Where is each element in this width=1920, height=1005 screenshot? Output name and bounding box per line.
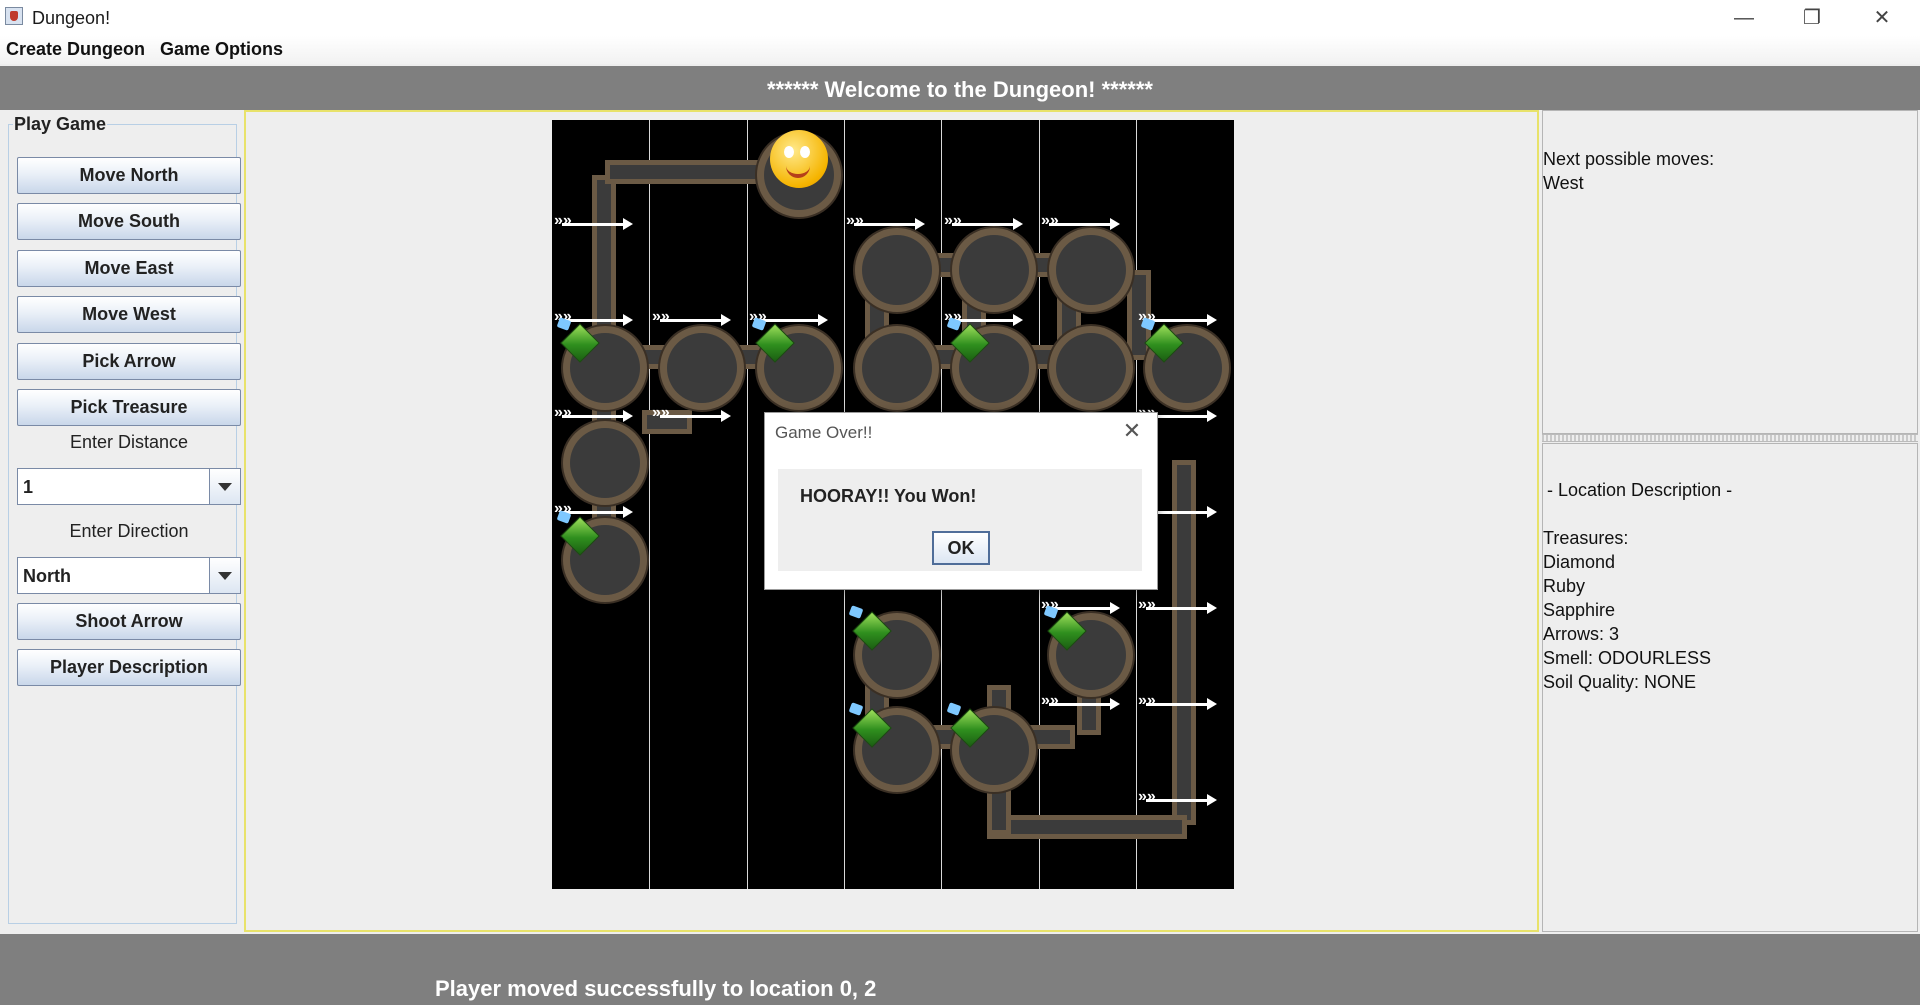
pick-arrow-button[interactable]: Pick Arrow bbox=[17, 343, 241, 380]
arrow-item-icon bbox=[1041, 692, 1120, 710]
dialog-title: Game Over!! bbox=[775, 423, 873, 442]
arrow-item-icon bbox=[652, 404, 731, 422]
arrow-item-icon bbox=[749, 308, 828, 326]
move-south-button[interactable]: Move South bbox=[17, 203, 241, 240]
arrow-item-icon bbox=[1041, 596, 1120, 614]
distance-value: 1 bbox=[23, 477, 34, 497]
control-panel: Move North Move South Move East Move Wes… bbox=[0, 110, 244, 932]
treasure-gem-icon bbox=[1049, 613, 1085, 657]
treasure-gem-icon bbox=[562, 518, 598, 562]
treasure-gem-icon bbox=[757, 325, 793, 369]
treasure-gem-icon bbox=[952, 325, 988, 369]
arrow-item-icon bbox=[846, 212, 925, 230]
direction-select[interactable]: North bbox=[17, 557, 241, 594]
dialog-message: HOORAY!! You Won! bbox=[800, 486, 977, 506]
close-window-button[interactable]: ✕ bbox=[1854, 2, 1910, 34]
cave bbox=[1056, 235, 1126, 305]
tunnel bbox=[1177, 465, 1191, 820]
dialog-body: HOORAY!! You Won! OK bbox=[778, 469, 1142, 571]
window-title: Dungeon! bbox=[32, 8, 111, 28]
arrow-item-icon bbox=[554, 500, 633, 518]
chevron-down-icon[interactable] bbox=[209, 558, 240, 593]
welcome-header: ****** Welcome to the Dungeon! ****** bbox=[0, 66, 1920, 110]
treasure-item: Diamond bbox=[1543, 552, 1616, 572]
move-west-button[interactable]: Move West bbox=[17, 296, 241, 333]
cave bbox=[862, 333, 932, 403]
game-over-dialog: Game Over!! ✕ HOORAY!! You Won! OK bbox=[764, 412, 1158, 590]
ok-button[interactable]: OK bbox=[932, 531, 990, 565]
cave bbox=[959, 235, 1029, 305]
enter-direction-label: Enter Direction bbox=[69, 521, 189, 541]
title-bar: Dungeon! — ❐ ✕ bbox=[0, 0, 1920, 36]
arrow-item-icon bbox=[554, 212, 633, 230]
chevron-down-icon[interactable] bbox=[209, 469, 240, 504]
treasure-item: Sapphire bbox=[1543, 600, 1616, 620]
play-game-label: Play Game bbox=[13, 114, 108, 135]
welcome-text: ****** Welcome to the Dungeon! ****** bbox=[767, 77, 1153, 102]
arrow-item-icon bbox=[944, 212, 1023, 230]
next-moves-panel: Next possible moves: West bbox=[1542, 110, 1918, 434]
enter-distance-label: Enter Distance bbox=[69, 432, 189, 452]
status-message: Player moved successfully to location 0,… bbox=[435, 976, 877, 1001]
smell-value: Smell: ODOURLESS bbox=[1543, 648, 1712, 668]
cave bbox=[1056, 333, 1126, 403]
move-east-button[interactable]: Move East bbox=[17, 250, 241, 287]
close-icon[interactable]: ✕ bbox=[1119, 419, 1145, 443]
arrow-item-icon bbox=[1138, 692, 1217, 710]
move-north-button[interactable]: Move North bbox=[17, 157, 241, 194]
arrow-item-icon bbox=[1138, 596, 1217, 614]
location-description-panel: - Location Description - Treasures: Diam… bbox=[1542, 443, 1918, 932]
restore-button[interactable]: ❐ bbox=[1784, 2, 1840, 34]
next-moves-title: Next possible moves: bbox=[1543, 149, 1715, 169]
arrows-count: Arrows: 3 bbox=[1543, 624, 1620, 644]
column-divider bbox=[747, 120, 748, 889]
status-bar: Player moved successfully to location 0,… bbox=[0, 934, 1920, 1005]
java-app-icon bbox=[5, 7, 23, 25]
cave bbox=[667, 333, 737, 403]
arrow-item-icon bbox=[1041, 212, 1120, 230]
treasure-gem-icon bbox=[562, 325, 598, 369]
treasure-item: Ruby bbox=[1543, 576, 1586, 596]
treasure-gem-icon bbox=[952, 710, 988, 754]
arrow-item-icon bbox=[1138, 308, 1217, 326]
tunnel bbox=[992, 820, 1182, 834]
pick-treasure-button[interactable]: Pick Treasure bbox=[17, 389, 241, 426]
tunnel bbox=[610, 165, 770, 179]
treasures-title: Treasures: bbox=[1543, 528, 1629, 548]
minimize-button[interactable]: — bbox=[1716, 2, 1772, 34]
arrow-item-icon bbox=[554, 308, 633, 326]
soil-quality-value: Soil Quality: NONE bbox=[1543, 672, 1697, 692]
cave bbox=[862, 235, 932, 305]
arrow-item-icon bbox=[944, 308, 1023, 326]
split-pane-divider[interactable] bbox=[1542, 434, 1918, 442]
player-description-button[interactable]: Player Description bbox=[17, 649, 241, 686]
direction-value: North bbox=[23, 566, 71, 586]
cave bbox=[570, 428, 640, 498]
distance-select[interactable]: 1 bbox=[17, 468, 241, 505]
treasure-gem-icon bbox=[854, 613, 890, 657]
treasure-gem-icon bbox=[1146, 325, 1182, 369]
location-description-title: - Location Description - bbox=[1547, 480, 1733, 500]
player-smiley-icon bbox=[770, 130, 828, 188]
play-game-group: Move North Move South Move East Move Wes… bbox=[8, 124, 241, 924]
shoot-arrow-button[interactable]: Shoot Arrow bbox=[17, 603, 241, 640]
treasure-gem-icon bbox=[854, 710, 890, 754]
arrow-item-icon bbox=[554, 404, 633, 422]
menu-bar: Create Dungeon Game Options bbox=[0, 36, 1920, 64]
column-divider bbox=[649, 120, 650, 889]
arrow-item-icon bbox=[1138, 788, 1217, 806]
menu-create-dungeon[interactable]: Create Dungeon bbox=[6, 39, 145, 60]
next-move-item: West bbox=[1543, 173, 1584, 193]
menu-game-options[interactable]: Game Options bbox=[160, 39, 283, 60]
arrow-item-icon bbox=[652, 308, 731, 326]
